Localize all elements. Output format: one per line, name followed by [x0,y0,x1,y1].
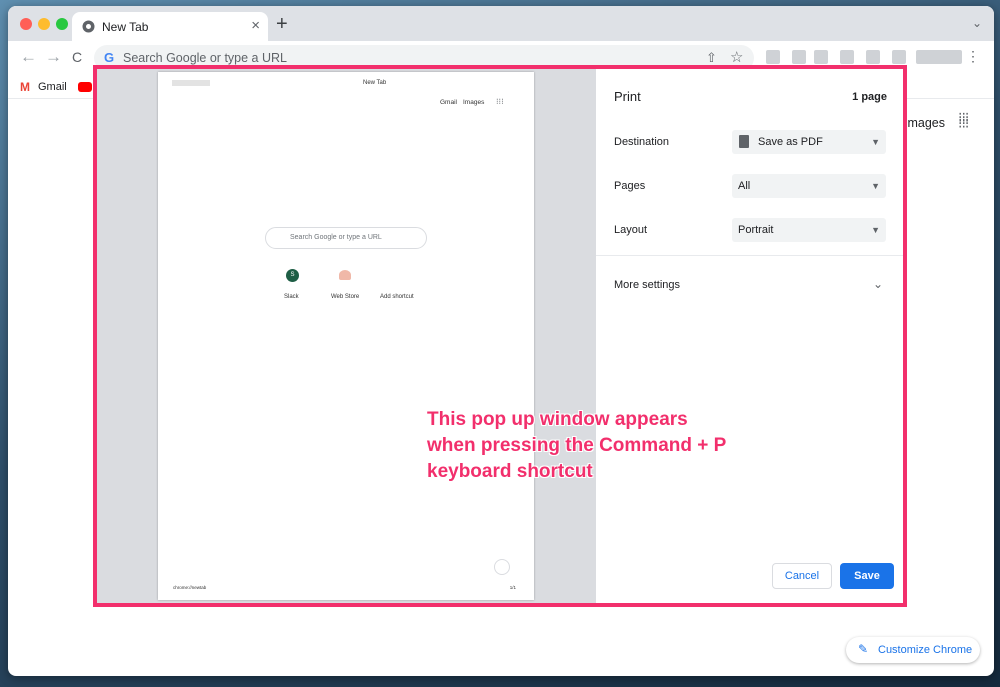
layout-select[interactable]: Portrait ▼ [732,218,886,242]
extension-icon[interactable] [814,50,828,64]
preview-search-box: Search Google or type a URL [265,227,427,249]
extension-icon[interactable] [866,50,880,64]
pages-select[interactable]: All ▼ [732,174,886,198]
back-button[interactable]: ← [20,47,37,67]
annotation-text: This pop up window appears when pressing… [427,409,726,482]
preview-shortcut-slack: Slack [284,294,299,300]
preview-search-placeholder: Search Google or type a URL [290,234,382,241]
preview-blurred-date [172,80,210,86]
preview-footer-page: 1/1 [509,585,516,590]
web-store-icon [339,270,351,280]
chrome-icon [82,20,95,33]
destination-label: Destination [614,136,670,148]
print-dialog: New Tab Gmail Images ⁝⁝⁝ Search Google o… [93,65,907,607]
gmail-icon: M [20,80,30,94]
layout-value: Portrait [738,224,774,236]
close-tab-icon[interactable]: × [251,17,260,34]
bookmark-star-icon[interactable]: ☆ [730,48,743,66]
preview-page-title: New Tab [363,80,387,86]
bookmark-gmail[interactable]: Gmail [38,81,67,93]
preview-images: Images [463,99,485,106]
preview-shortcut-add: Add shortcut [380,294,414,300]
tab-search-icon[interactable]: ⌄ [972,16,982,30]
zoom-window-button[interactable] [56,18,68,30]
preview-footer-url: chrome://newtab [173,585,207,590]
cancel-button[interactable]: Cancel [772,563,832,589]
close-window-button[interactable] [20,18,32,30]
save-button[interactable]: Save [840,563,894,589]
share-icon[interactable]: ⇧ [706,50,717,66]
omnibox-placeholder: Search Google or type a URL [123,51,287,65]
file-icon [739,135,749,148]
reload-button[interactable]: C [72,49,82,65]
pages-label: Pages [614,180,646,192]
preview-shortcut-web-store: Web Store [331,294,360,300]
customize-chrome-button[interactable]: ✎ Customize Chrome [846,637,980,663]
new-tab-button[interactable]: + [276,13,288,36]
extension-icon[interactable] [766,50,780,64]
pencil-icon: ✎ [858,642,869,656]
youtube-icon[interactable] [78,82,92,92]
slack-icon: S [286,269,299,282]
google-icon: G [104,50,115,65]
apps-icon[interactable]: ⁝⁝⁝ ⁝⁝⁝ [958,110,969,130]
images-link[interactable]: Images [904,116,945,130]
divider [596,255,903,256]
dropdown-caret-icon: ▼ [871,137,880,147]
forward-button[interactable]: → [45,47,62,67]
more-settings-toggle[interactable]: More settings [614,279,680,291]
print-settings-panel: Print 1 page Destination Save as PDF ▼ P… [596,69,903,603]
chevron-down-icon[interactable]: ⌄ [873,277,883,291]
customize-chrome-label: Customize Chrome [878,644,973,656]
preview-apps-icon: ⁝⁝⁝ [496,97,504,106]
page-count: 1 page [852,91,887,103]
preview-page: New Tab Gmail Images ⁝⁝⁝ Search Google o… [158,72,534,600]
minimize-window-button[interactable] [38,18,50,30]
extension-icon[interactable] [892,50,906,64]
print-preview-area: New Tab Gmail Images ⁝⁝⁝ Search Google o… [97,69,596,603]
dropdown-caret-icon: ▼ [871,225,880,235]
profile-button[interactable] [916,50,962,64]
dropdown-caret-icon: ▼ [871,181,880,191]
extension-icon[interactable] [840,50,854,64]
destination-value: Save as PDF [758,136,823,148]
tab-title: New Tab [102,20,149,34]
tab-strip: New Tab × + ⌄ [8,6,994,41]
pages-value: All [738,180,751,192]
preview-gmail: Gmail [440,99,457,106]
menu-icon[interactable]: ⋮ [966,48,980,65]
preview-customize-circle [494,559,510,575]
extension-icon[interactable] [792,50,806,64]
print-title: Print [614,89,641,104]
layout-label: Layout [614,224,648,236]
destination-select[interactable]: Save as PDF ▼ [732,130,886,154]
tab-new-tab[interactable]: New Tab × [72,12,268,41]
